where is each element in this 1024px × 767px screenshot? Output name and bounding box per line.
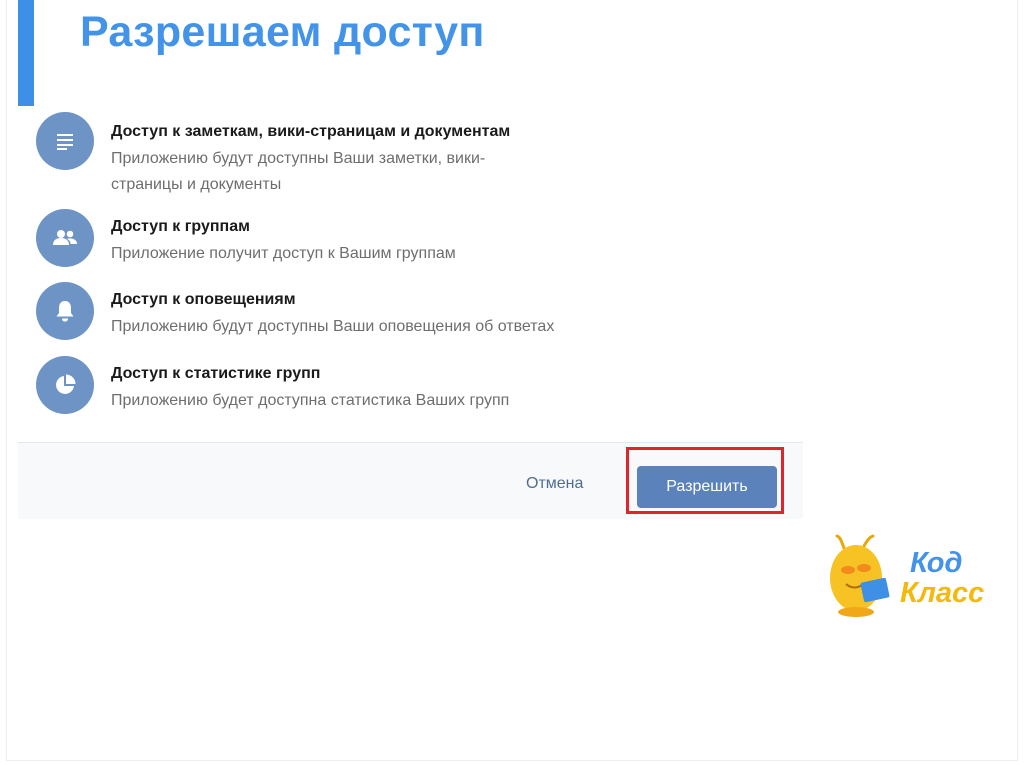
permission-description: Приложение получит доступ к Вашим группа… [111, 245, 456, 262]
permission-description: Приложению будут доступны Ваши оповещени… [111, 318, 555, 335]
logo-text-line2: Класс [900, 577, 985, 609]
document-icon [36, 112, 94, 170]
title-accent-bar [18, 0, 34, 106]
permission-description: Приложению будут доступны Ваши заметки, … [111, 150, 486, 167]
bell-icon [36, 282, 94, 340]
permission-title: Доступ к статистике групп [111, 365, 321, 382]
permission-title: Доступ к группам [111, 218, 250, 235]
groups-icon [36, 209, 94, 267]
permission-title: Доступ к оповещениям [111, 291, 296, 308]
slide-title: Разрешаем доступ [80, 8, 485, 56]
cancel-button[interactable]: Отмена [526, 475, 583, 493]
logo-text-line1: Код [910, 547, 963, 579]
permission-title: Доступ к заметкам, вики-страницам и доку… [111, 123, 511, 140]
highlight-frame [626, 447, 784, 514]
permission-description-cont: страницы и документы [111, 176, 282, 193]
pie-chart-icon [36, 356, 94, 414]
kodklass-logo: Код Класс [826, 534, 1012, 618]
mascot-icon [830, 534, 890, 617]
permission-description: Приложению будет доступна статистика Ваш… [111, 392, 510, 409]
